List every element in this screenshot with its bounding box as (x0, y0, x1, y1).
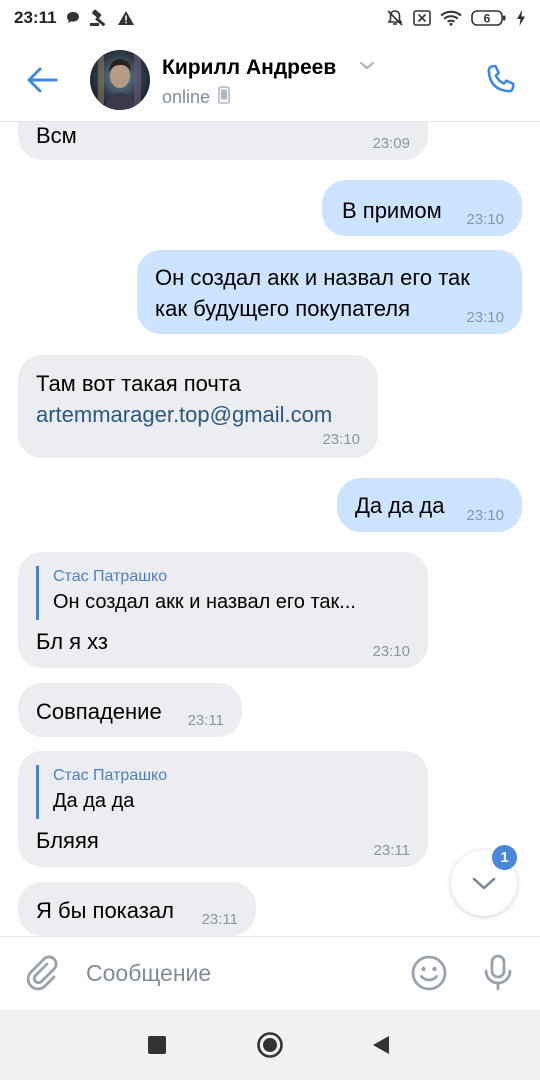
message-time: 23:10 (466, 211, 504, 228)
recent-apps-button[interactable] (142, 1030, 172, 1060)
warning-icon (117, 10, 135, 26)
message-outgoing[interactable]: Он создал акк и назвал его так как будущ… (137, 250, 522, 334)
chevron-down-icon[interactable] (358, 58, 376, 77)
svg-text:6: 6 (484, 12, 491, 26)
message-time: 23:11 (187, 712, 224, 729)
reply-text: Он создал акк и назвал его так... (53, 591, 356, 613)
triangle-back-icon (373, 1036, 389, 1054)
system-navigation-bar (0, 1010, 540, 1080)
bell-muted-icon (386, 9, 404, 27)
online-label: online (162, 87, 211, 107)
smiley-icon (411, 955, 447, 991)
chevron-down-icon (472, 877, 496, 890)
circle-icon (257, 1032, 283, 1058)
reply-author: Стас Патрашко (53, 767, 168, 784)
emoji-button[interactable] (409, 953, 449, 993)
message-incoming[interactable]: Я бы показал 23:11 (18, 882, 256, 936)
arrow-left-icon (27, 67, 58, 93)
battery-icon: 6 (471, 9, 507, 27)
contact-status: online (162, 86, 230, 109)
message-input[interactable] (86, 955, 386, 991)
message-incoming[interactable]: Там вот такая почта artemmarager.top@gma… (18, 355, 378, 458)
message-incoming[interactable]: Всм 23:09 (18, 122, 428, 160)
gavel-notification-icon (89, 9, 109, 27)
contact-name[interactable]: Кирилл Андреев (162, 56, 336, 80)
paperclip-icon (26, 955, 58, 991)
wifi-icon (440, 10, 462, 26)
back-nav-button[interactable] (366, 1030, 396, 1060)
message-text: Бл я хз (36, 629, 109, 654)
message-text: Да да да (355, 493, 445, 518)
message-time: 23:11 (201, 911, 238, 928)
phone-icon (487, 64, 515, 93)
message-incoming[interactable]: Совпадение 23:11 (18, 683, 242, 737)
reply-quote[interactable]: Стас Патрашко Он создал акк и назвал его… (36, 566, 356, 620)
square-icon (148, 1036, 166, 1054)
voice-message-button[interactable] (478, 953, 518, 993)
reply-author: Стас Патрашко (53, 568, 168, 585)
message-text-line-1: Он создал акк и назвал его так (155, 265, 470, 290)
message-composer (0, 936, 540, 1010)
message-text-line-2: как будущего покупателя (155, 296, 411, 321)
message-text: Бляяя (36, 828, 99, 853)
message-time: 23:11 (373, 842, 410, 859)
message-time: 23:10 (372, 643, 410, 660)
message-time: 23:10 (322, 431, 360, 448)
message-text: Совпадение (36, 699, 162, 724)
message-list[interactable]: Всм 23:09 В примом 23:10 Он создал акк и… (0, 122, 540, 936)
chat-header: Кирилл Андреев online (0, 36, 540, 122)
message-outgoing[interactable]: В примом 23:10 (322, 180, 522, 236)
mobile-device-icon (218, 86, 230, 109)
message-time: 23:09 (372, 135, 410, 152)
message-time: 23:10 (466, 309, 504, 326)
microphone-icon (484, 954, 512, 991)
message-text: Всм (36, 123, 77, 148)
reply-quote[interactable]: Стас Патрашко Да да да (36, 765, 167, 819)
unread-count-badge: 1 (490, 843, 519, 872)
home-button[interactable] (255, 1030, 285, 1060)
message-text: Там вот такая почта (36, 371, 241, 396)
message-incoming-reply[interactable]: Стас Патрашко Да да да Бляяя 23:11 (18, 751, 428, 867)
avatar[interactable] (90, 50, 150, 110)
back-button[interactable] (22, 60, 62, 100)
chat-notification-icon (65, 10, 81, 26)
message-time: 23:10 (466, 507, 504, 524)
message-text: Я бы показал (36, 898, 174, 923)
reply-text: Да да да (53, 790, 135, 812)
sim-off-icon (413, 10, 431, 26)
message-outgoing[interactable]: Да да да 23:10 (337, 478, 522, 532)
charging-icon (516, 10, 526, 26)
attach-button[interactable] (22, 953, 62, 993)
call-button[interactable] (480, 60, 520, 100)
message-incoming-reply[interactable]: Стас Патрашко Он создал акк и назвал его… (18, 552, 428, 668)
status-bar: 23:11 6 (0, 0, 540, 36)
status-time: 23:11 (14, 8, 57, 27)
message-text: В примом (342, 198, 442, 223)
email-link[interactable]: artemmarager.top@gmail.com (36, 399, 332, 430)
